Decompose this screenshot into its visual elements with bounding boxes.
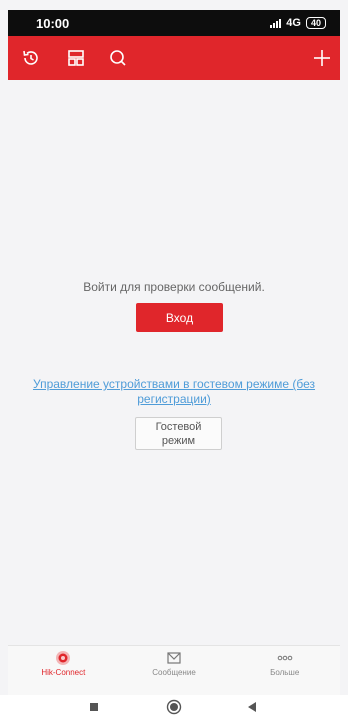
home-icon[interactable] <box>166 699 182 715</box>
add-icon[interactable] <box>311 47 333 69</box>
system-nav-bar <box>0 695 348 720</box>
signal-icon <box>270 18 282 28</box>
recent-apps-icon[interactable] <box>88 701 100 713</box>
tab-label: Больше <box>270 668 300 677</box>
more-icon <box>277 655 292 661</box>
network-type: 4G <box>286 17 301 29</box>
login-prompt: Войти для проверки сообщений. <box>83 280 265 294</box>
search-icon[interactable] <box>107 47 129 69</box>
status-bar: 10:00 4G 40 <box>8 10 340 36</box>
hik-connect-icon <box>56 651 71 665</box>
app-bar <box>8 36 340 80</box>
tab-label: Hik-Connect <box>41 668 86 677</box>
history-icon[interactable] <box>20 47 42 69</box>
tab-hik-connect[interactable]: Hik-Connect <box>8 646 119 695</box>
tab-label: Сообщение <box>152 668 196 677</box>
message-content: Войти для проверки сообщений. Вход Управ… <box>8 80 340 645</box>
status-indicators: 4G 40 <box>270 17 326 29</box>
battery-level: 40 <box>310 18 321 28</box>
tab-bar: Hik-Connect Сообщение Больше <box>8 645 340 695</box>
login-button[interactable]: Вход <box>136 303 223 332</box>
tab-message[interactable]: Сообщение <box>119 646 230 695</box>
layout-icon[interactable] <box>65 47 87 69</box>
back-icon[interactable] <box>246 701 258 713</box>
battery-icon: 40 <box>305 17 326 29</box>
guest-mode-link[interactable]: Управление устройствами в гостевом режим… <box>8 377 340 407</box>
message-icon <box>167 652 181 664</box>
tab-more[interactable]: Больше <box>229 646 340 695</box>
guest-mode-button[interactable]: Гостевой режим <box>135 417 222 450</box>
status-time: 10:00 <box>36 15 70 31</box>
